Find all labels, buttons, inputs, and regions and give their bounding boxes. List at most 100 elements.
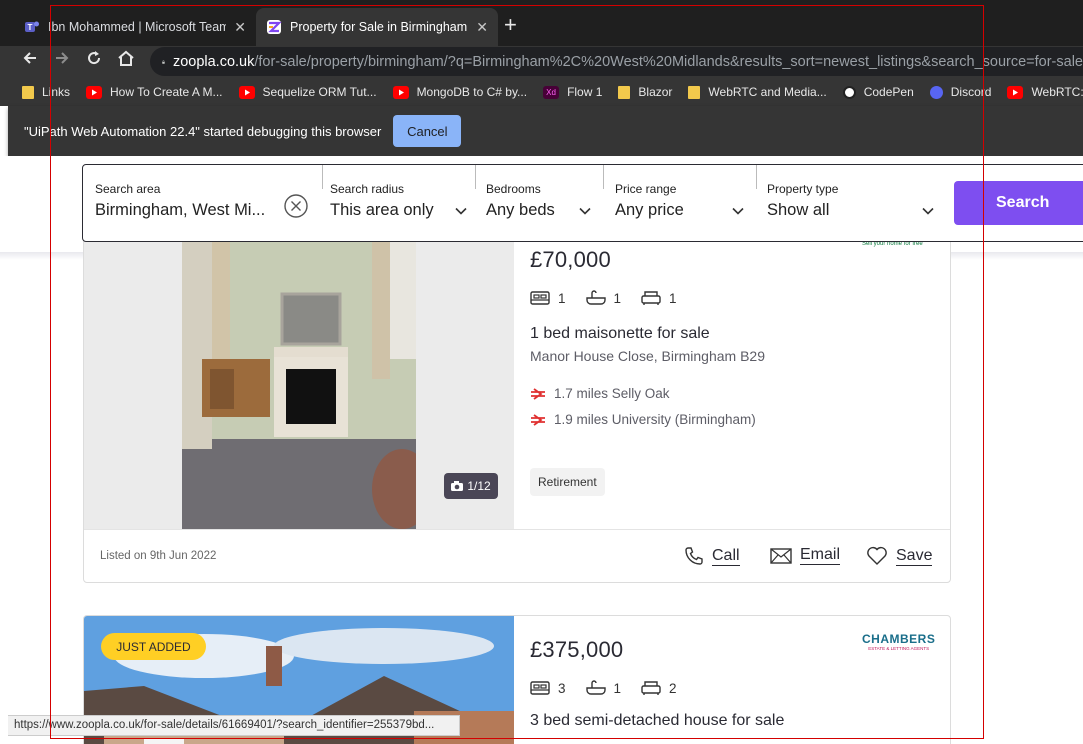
url-host: zoopla.co.uk — [172, 53, 255, 70]
bedrooms-dropdown[interactable]: Bedrooms Any beds — [486, 165, 596, 241]
bookmark-item[interactable]: Xd Flow 1 — [543, 85, 602, 99]
bed-icon — [530, 291, 550, 305]
bookmark-label: MongoDB to C# by... — [416, 85, 528, 99]
back-arrow-icon[interactable] — [18, 50, 42, 72]
bookmark-item[interactable]: Blazor — [618, 85, 672, 99]
bookmark-label: Links — [42, 85, 71, 99]
codepen-icon — [842, 85, 856, 99]
listing-title[interactable]: 3 bed semi-detached house for sale — [530, 712, 784, 730]
bath-icon — [585, 680, 606, 695]
email-button[interactable]: Email — [770, 546, 841, 565]
bookmark-label: How To Create A M... — [110, 85, 223, 99]
just-added-badge: JUST ADDED — [101, 633, 206, 660]
bookmark-item[interactable]: WebRTC: — [1007, 85, 1083, 99]
clear-icon[interactable] — [283, 193, 309, 219]
tab-close-icon[interactable]: ✕ — [476, 19, 488, 36]
station-distance: 1.9 miles University (Birmingham) — [530, 412, 756, 427]
status-bar-url: https://www.zoopla.co.uk/for-sale/detail… — [8, 715, 460, 736]
new-tab-button[interactable]: + — [504, 12, 517, 38]
search-radius-dropdown[interactable]: Search radius This area only — [330, 165, 470, 241]
chevron-down-icon[interactable] — [921, 204, 935, 218]
bedrooms-label: Bedrooms — [486, 182, 541, 196]
photo-count: 1/12 — [467, 479, 491, 493]
listing-address: Manor House Close, Birmingham B29 — [530, 348, 765, 364]
youtube-icon — [238, 85, 255, 99]
chevron-down-icon[interactable] — [731, 204, 745, 218]
bookmark-item[interactable]: Sequelize ORM Tut... — [238, 85, 377, 99]
listing-footer: Listed on 9th Jun 2022 Call Email Save — [84, 529, 950, 582]
price-range-dropdown[interactable]: Price range Any price — [615, 165, 745, 241]
listing-title[interactable]: 1 bed maisonette for sale — [530, 325, 710, 343]
property-type-value: Show all — [767, 201, 830, 219]
tab-title: Ibn Mohammed | Microsoft Teams — [48, 20, 227, 34]
search-radius-label: Search radius — [330, 182, 405, 196]
search-area-label: Search area — [95, 182, 161, 196]
listing-photo — [182, 229, 416, 529]
bookmark-label: Flow 1 — [567, 85, 603, 99]
address-bar[interactable]: zoopla.co.uk/for-sale/property/birmingha… — [150, 47, 1083, 76]
bookmark-label: WebRTC and Media... — [708, 85, 827, 99]
browser-tab-strip: T Ibn Mohammed | Microsoft Teams ✕ Prope… — [0, 0, 1083, 46]
xd-icon: Xd — [543, 85, 560, 99]
listing-card[interactable]: 1/12 strike Sell your home for free £70,… — [83, 228, 951, 583]
youtube-icon — [392, 85, 409, 99]
chevron-down-icon[interactable] — [454, 204, 468, 218]
reception-count: 1 — [669, 290, 677, 306]
phone-icon — [685, 547, 703, 565]
tab-close-icon[interactable]: ✕ — [234, 19, 246, 36]
bookmark-item[interactable]: Links — [22, 85, 70, 99]
bookmark-label: WebRTC: — [1031, 85, 1083, 99]
bath-count: 1 — [613, 290, 622, 306]
bookmark-item[interactable]: How To Create A M... — [86, 85, 223, 99]
photo-count-badge[interactable]: 1/12 — [444, 473, 498, 499]
sofa-icon — [641, 681, 661, 695]
bookmark-label: Discord — [950, 85, 992, 99]
folder-icon — [688, 85, 701, 99]
listed-date: Listed on 9th Jun 2022 — [100, 550, 217, 562]
divider — [322, 165, 323, 189]
bed-count: 1 — [558, 290, 566, 306]
search-button[interactable]: Search — [954, 181, 1083, 225]
home-icon[interactable] — [114, 50, 138, 72]
tab-zoopla[interactable]: Property for Sale in Birmingham ✕ — [256, 8, 498, 46]
bookmark-label: Sequelize ORM Tut... — [262, 85, 377, 99]
bath-icon — [585, 290, 606, 305]
bookmark-item[interactable]: MongoDB to C# by... — [392, 85, 528, 99]
property-type-dropdown[interactable]: Property type Show all — [767, 165, 937, 241]
listing-photo-area[interactable]: 1/12 — [84, 229, 514, 529]
tab-title: Property for Sale in Birmingham — [290, 20, 468, 34]
search-radius-value: This area only — [330, 201, 434, 219]
search-area-field[interactable]: Search area Birmingham, West Mi... — [95, 165, 315, 241]
url-path: /for-sale/property/birmingham/?q=Birming… — [254, 53, 1083, 70]
divider — [756, 165, 757, 189]
bed-icon — [530, 681, 550, 695]
call-button[interactable]: Call — [684, 546, 740, 566]
chevron-down-icon[interactable] — [578, 204, 592, 218]
bookmark-item[interactable]: WebRTC and Media... — [688, 85, 827, 99]
reload-icon[interactable] — [82, 50, 106, 72]
bed-count: 3 — [558, 680, 566, 696]
bookmark-item[interactable]: Discord — [929, 85, 992, 99]
youtube-icon — [86, 85, 103, 99]
browser-toolbar: zoopla.co.uk/for-sale/property/birmingha… — [0, 46, 1083, 78]
cancel-button[interactable]: Cancel — [393, 115, 462, 147]
teams-icon: T — [25, 21, 39, 32]
property-type-label: Property type — [767, 182, 839, 196]
divider — [603, 165, 604, 189]
search-area-input[interactable]: Birmingham, West Mi... — [95, 201, 315, 220]
agent-logo-text: CHAMBERS — [862, 632, 936, 646]
station-distance: 1.7 miles Selly Oak — [530, 386, 670, 401]
agent-logo[interactable]: CHAMBERS ESTATE & LETTING AGENTS — [862, 632, 935, 651]
envelope-icon — [770, 547, 792, 564]
bookmark-item[interactable]: CodePen — [842, 85, 914, 99]
forward-arrow-icon[interactable] — [50, 50, 74, 72]
save-button[interactable]: Save — [866, 546, 933, 566]
save-label: Save — [896, 546, 933, 566]
folder-icon — [22, 85, 34, 99]
tab-microsoft-teams[interactable]: T Ibn Mohammed | Microsoft Teams ✕ — [14, 8, 256, 46]
sofa-icon — [641, 291, 661, 305]
listing-features: 3 1 2 — [530, 680, 697, 696]
page-content: 1/12 strike Sell your home for free £70,… — [0, 156, 1083, 744]
agent-logo-sub: ESTATE & LETTING AGENTS — [868, 646, 930, 651]
national-rail-icon — [531, 413, 545, 426]
